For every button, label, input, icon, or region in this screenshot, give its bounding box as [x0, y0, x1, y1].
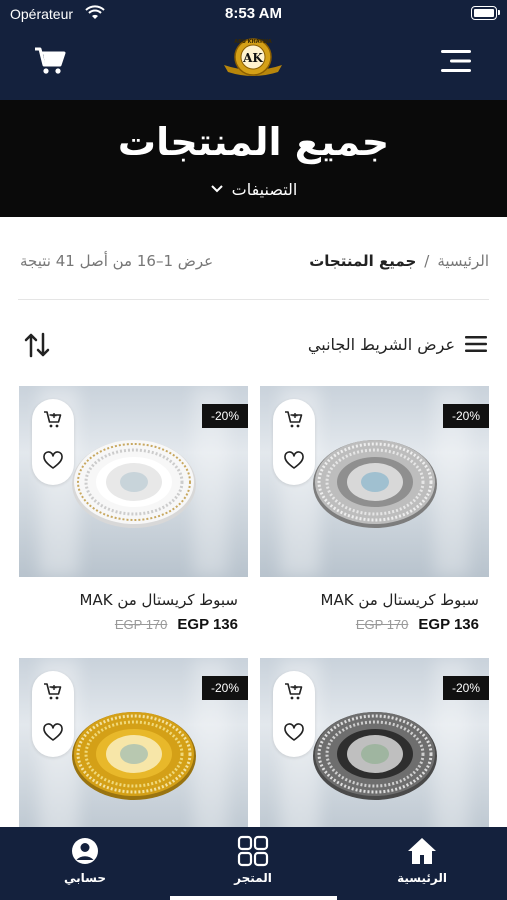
chevron-down-icon — [210, 183, 224, 197]
discount-badge: -20% — [442, 676, 489, 700]
nav-account[interactable]: حسابي — [25, 835, 145, 885]
sort-icon — [24, 332, 50, 358]
original-price: EGP 170 — [355, 617, 409, 632]
add-to-cart-button[interactable] — [43, 409, 63, 429]
discount-badge: -20% — [442, 404, 489, 428]
wishlist-button[interactable] — [43, 451, 63, 471]
heart-icon — [284, 723, 304, 741]
product-price: EGP 136 EGP 170 — [115, 616, 238, 633]
breadcrumb-current: جميع المنتجات — [309, 252, 417, 270]
discount-badge: -20% — [201, 404, 248, 428]
status-bar: Opérateur 8:53 AM — [0, 0, 507, 30]
show-sidebar-label: عرض الشريط الجانبي — [307, 334, 455, 354]
page-title: جميع المنتجات — [117, 120, 390, 164]
wishlist-button[interactable] — [284, 723, 304, 743]
spotlight-image — [71, 711, 196, 800]
brand-logo[interactable]: AK ABU KHATWA — [222, 35, 284, 81]
product-image[interactable]: -20% — [260, 658, 489, 849]
heart-icon — [43, 451, 63, 469]
bottom-nav: الرئيسية المتجر حسابي — [0, 827, 507, 900]
logo-text: AK — [242, 51, 263, 65]
show-sidebar-button[interactable]: عرض الشريط الجانبي — [308, 330, 487, 358]
clock: 8:53 AM — [225, 5, 282, 22]
sort-button[interactable] — [22, 330, 52, 360]
cart-add-icon — [285, 683, 303, 700]
spotlight-image — [312, 711, 437, 800]
breadcrumb-separator: / — [424, 252, 430, 270]
sale-price: EGP 136 — [177, 616, 238, 633]
nav-home[interactable]: الرئيسية — [362, 835, 482, 885]
home-icon — [408, 838, 436, 864]
grid-icon — [237, 835, 269, 867]
app-header: AK ABU KHATWA — [0, 30, 507, 100]
add-to-cart-button[interactable] — [284, 409, 304, 429]
spotlight-image — [312, 439, 437, 528]
product-image[interactable]: -20% — [19, 658, 248, 849]
list-icon — [465, 336, 487, 352]
battery-icon — [471, 6, 500, 20]
cart-button[interactable] — [32, 43, 68, 79]
cart-add-icon — [44, 683, 62, 700]
discount-badge: -20% — [201, 676, 248, 700]
user-icon — [72, 838, 98, 864]
product-actions — [273, 399, 315, 485]
product-actions — [273, 671, 315, 757]
wishlist-button[interactable] — [284, 451, 304, 471]
categories-dropdown[interactable]: التصنيفات — [0, 180, 507, 199]
add-to-cart-button[interactable] — [43, 681, 63, 701]
heart-icon — [284, 451, 304, 469]
cart-icon — [35, 47, 66, 74]
product-card[interactable]: -20% — [260, 658, 489, 849]
product-price: EGP 136 EGP 170 — [356, 616, 479, 633]
page-hero: جميع المنتجات التصنيفات — [0, 100, 507, 217]
product-image[interactable]: -20% — [19, 386, 248, 577]
cart-add-icon — [44, 411, 62, 428]
breadcrumb-home-link[interactable]: الرئيسية — [437, 252, 489, 270]
logo-ring-text: ABU KHATWA — [234, 39, 272, 45]
original-price: EGP 170 — [114, 617, 168, 632]
nav-shop-label: المتجر — [234, 871, 272, 885]
product-card[interactable]: -20% سبوط كريستال من MAK EGP 136 EGP 170 — [260, 386, 489, 646]
spotlight-image — [71, 439, 196, 528]
breadcrumb: الرئيسية / جميع المنتجات — [309, 252, 489, 270]
menu-icon — [441, 50, 471, 72]
sale-price: EGP 136 — [418, 616, 479, 633]
product-image[interactable]: -20% — [260, 386, 489, 577]
categories-label: التصنيفات — [231, 180, 298, 199]
product-card[interactable]: -20% — [19, 658, 248, 849]
product-name[interactable]: سبوط كريستال من MAK — [321, 591, 480, 609]
nav-shop[interactable]: المتجر — [193, 835, 313, 885]
product-name[interactable]: سبوط كريستال من MAK — [80, 591, 239, 609]
divider — [18, 299, 489, 300]
active-tab-indicator — [170, 896, 337, 900]
heart-icon — [43, 723, 63, 741]
results-count: عرض 1–16 من أصل 41 نتيجة — [20, 252, 214, 270]
product-actions — [32, 399, 74, 485]
product-actions — [32, 671, 74, 757]
nav-account-label: حسابي — [63, 871, 106, 885]
wishlist-button[interactable] — [43, 723, 63, 743]
menu-button[interactable] — [438, 43, 474, 79]
nav-home-label: الرئيسية — [397, 871, 447, 885]
add-to-cart-button[interactable] — [284, 681, 304, 701]
cart-add-icon — [285, 411, 303, 428]
product-card[interactable]: -20% سبوط كريستال من MAK EGP 136 EGP 170 — [19, 386, 248, 646]
